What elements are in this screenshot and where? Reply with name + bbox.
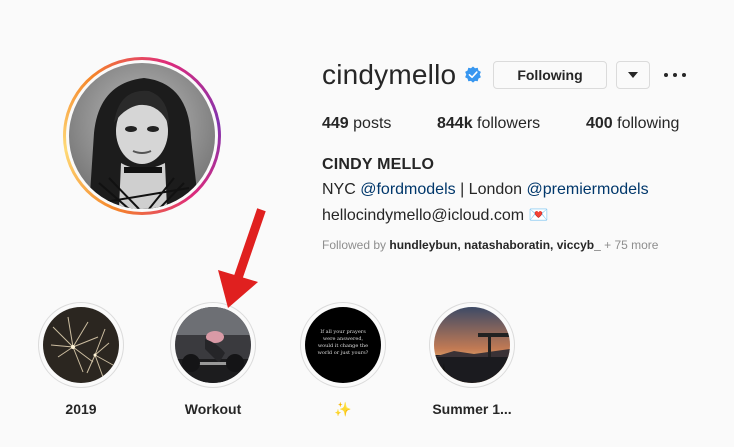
avatar-photo [69, 63, 215, 209]
profile-avatar[interactable] [69, 63, 215, 209]
verified-badge-icon [465, 66, 482, 83]
followed-by-users[interactable]: hundleybun, natashaboratin, viccyb_ [389, 238, 600, 252]
followers-count: 844k [437, 115, 473, 132]
red-arrow-annotation [218, 208, 266, 308]
highlight-cover-quote: If all your prayers were answered, would… [305, 307, 381, 383]
followed-by-more: + 75 more [600, 238, 659, 252]
username-row: cindymello [322, 58, 482, 92]
followers-label: followers [477, 115, 541, 132]
highlight-label: 2019 [65, 401, 97, 417]
following-stat[interactable]: 400 following [586, 115, 679, 133]
story-highlight[interactable]: If all your prayers were answered, would… [300, 302, 386, 417]
chevron-down-icon [628, 72, 638, 78]
highlight-ring[interactable] [429, 302, 515, 388]
posts-stat: 449 posts [322, 115, 391, 133]
highlight-label: Workout [184, 401, 242, 417]
highlight-label: Summer 1... [432, 401, 512, 417]
mention-link-fordmodels[interactable]: @fordmodels [360, 181, 455, 198]
followed-by-prefix: Followed by [322, 238, 390, 252]
profile-username: cindymello [322, 59, 457, 90]
more-options-icon[interactable] [664, 67, 686, 83]
highlight-ring[interactable] [38, 302, 124, 388]
bio-text-london: | London [455, 181, 527, 198]
story-highlight[interactable]: Workout [170, 302, 256, 417]
profile-full-name: CINDY MELLO [322, 156, 435, 173]
story-highlight[interactable]: Summer 1... [429, 302, 515, 417]
suggested-dropdown-button[interactable] [616, 61, 650, 89]
highlight-label: ✨ [334, 401, 352, 417]
following-button[interactable]: Following [493, 61, 607, 89]
following-count: 400 [586, 115, 613, 132]
highlight-cover-fireworks [43, 307, 119, 383]
bio-email: hellocindymello@icloud.com 💌 [322, 207, 549, 224]
story-highlight[interactable]: 2019 [38, 302, 124, 417]
followed-by-text[interactable]: Followed by hundleybun, natashaboratin, … [322, 238, 658, 252]
highlight-cover-sunset [434, 307, 510, 383]
highlight-ring[interactable]: If all your prayers were answered, would… [300, 302, 386, 388]
highlight-ring[interactable] [170, 302, 256, 388]
highlight-quote-text: If all your prayers were answered, would… [317, 329, 369, 356]
bio-line-1: NYC @fordmodels | London @premiermodels [322, 181, 649, 199]
highlight-cover-workout [175, 307, 251, 383]
posts-count: 449 [322, 115, 349, 132]
following-label: following [617, 115, 680, 132]
posts-label: posts [353, 115, 392, 132]
bio-text-nyc: NYC [322, 181, 361, 198]
mention-link-premiermodels[interactable]: @premiermodels [527, 181, 649, 198]
followers-stat[interactable]: 844k followers [437, 115, 540, 133]
profile-avatar-ring[interactable] [63, 57, 221, 215]
